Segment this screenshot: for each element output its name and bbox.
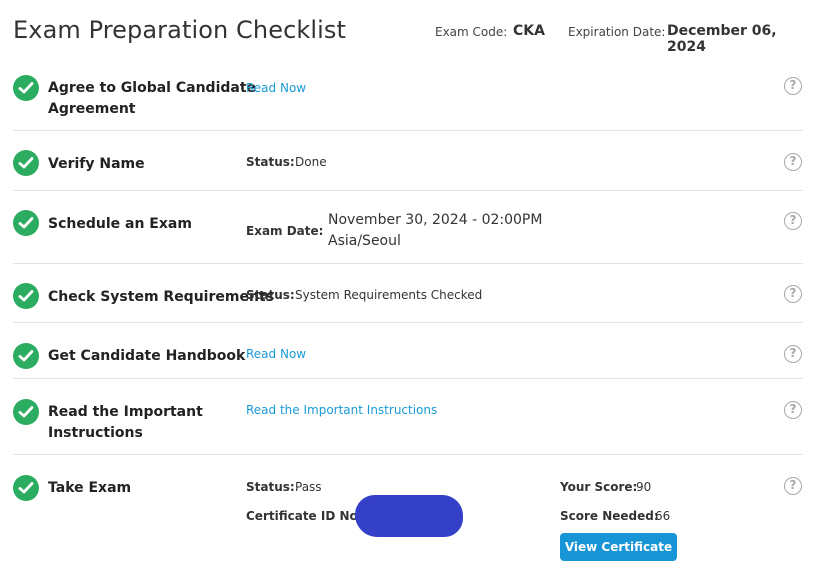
check-circle-icon — [13, 343, 39, 369]
step-title: Schedule an Exam — [48, 216, 192, 232]
checklist-row-handbook: Get Candidate Handbook Read Now ? — [13, 323, 803, 379]
exam-date-label: Exam Date: — [246, 224, 324, 238]
check-circle-icon — [13, 210, 39, 236]
checklist-row-verify-name: Verify Name Status: Done ? — [13, 131, 803, 191]
question-circle-icon[interactable]: ? — [784, 212, 802, 230]
redaction-mark — [355, 495, 463, 537]
question-circle-icon[interactable]: ? — [784, 285, 802, 303]
check-circle-icon — [13, 283, 39, 309]
status-value: System Requirements Checked — [295, 288, 483, 302]
checklist-row-system-requirements: Check System Requirements Status: System… — [13, 264, 803, 323]
check-circle-icon — [13, 75, 39, 101]
check-circle-icon — [13, 150, 39, 176]
step-title: Verify Name — [48, 156, 145, 172]
score-needed-value: 66 — [655, 509, 671, 523]
certificate-id-label: Certificate ID No.: — [246, 509, 368, 523]
view-certificate-button[interactable]: View Certificate — [560, 533, 677, 561]
question-circle-icon[interactable]: ? — [784, 477, 802, 495]
exam-code-value: CKA — [513, 23, 545, 39]
status-label: Status: — [246, 480, 295, 494]
checklist-row-instructions: Read the Important Instructions Read the… — [13, 379, 803, 455]
step-title: Read the Important Instructions — [48, 404, 203, 441]
status-label: Status: — [246, 155, 295, 169]
exam-timezone: Asia/Seoul — [328, 233, 401, 249]
step-title: Check System Requirements — [48, 289, 274, 305]
expiration-date-label: Expiration Date: — [568, 25, 666, 39]
question-circle-icon[interactable]: ? — [784, 345, 802, 363]
score-needed-label: Score Needed: — [560, 509, 659, 523]
question-circle-icon[interactable]: ? — [784, 153, 802, 171]
step-title: Agree to Global Candidate Agreement — [48, 80, 257, 117]
step-title: Get Candidate Handbook — [48, 348, 246, 364]
step-title: Take Exam — [48, 480, 132, 496]
exam-date-value: November 30, 2024 - 02:00PM — [328, 212, 543, 228]
status-value: Pass — [295, 480, 322, 494]
checklist-row-agreement: Agree to Global Candidate Agreement Read… — [13, 63, 803, 131]
status-value: Done — [295, 155, 327, 169]
page-title: Exam Preparation Checklist — [13, 16, 347, 44]
check-circle-icon — [13, 475, 39, 501]
check-circle-icon — [13, 399, 39, 425]
checklist-row-take-exam: Take Exam Status: Pass Certificate ID No… — [13, 455, 803, 575]
read-handbook-link[interactable]: Read Now — [246, 347, 306, 361]
read-agreement-link[interactable]: Read Now — [246, 81, 306, 95]
expiration-date-value: December 06, 2024 — [667, 23, 777, 55]
status-label: Status: — [246, 288, 295, 302]
question-circle-icon[interactable]: ? — [784, 77, 802, 95]
checklist-row-schedule: Schedule an Exam Exam Date: November 30,… — [13, 191, 803, 264]
your-score-value: 90 — [636, 480, 652, 494]
exam-code-label: Exam Code: — [435, 25, 508, 39]
your-score-label: Your Score: — [560, 480, 638, 494]
read-instructions-link[interactable]: Read the Important Instructions — [246, 403, 437, 417]
question-circle-icon[interactable]: ? — [784, 401, 802, 419]
